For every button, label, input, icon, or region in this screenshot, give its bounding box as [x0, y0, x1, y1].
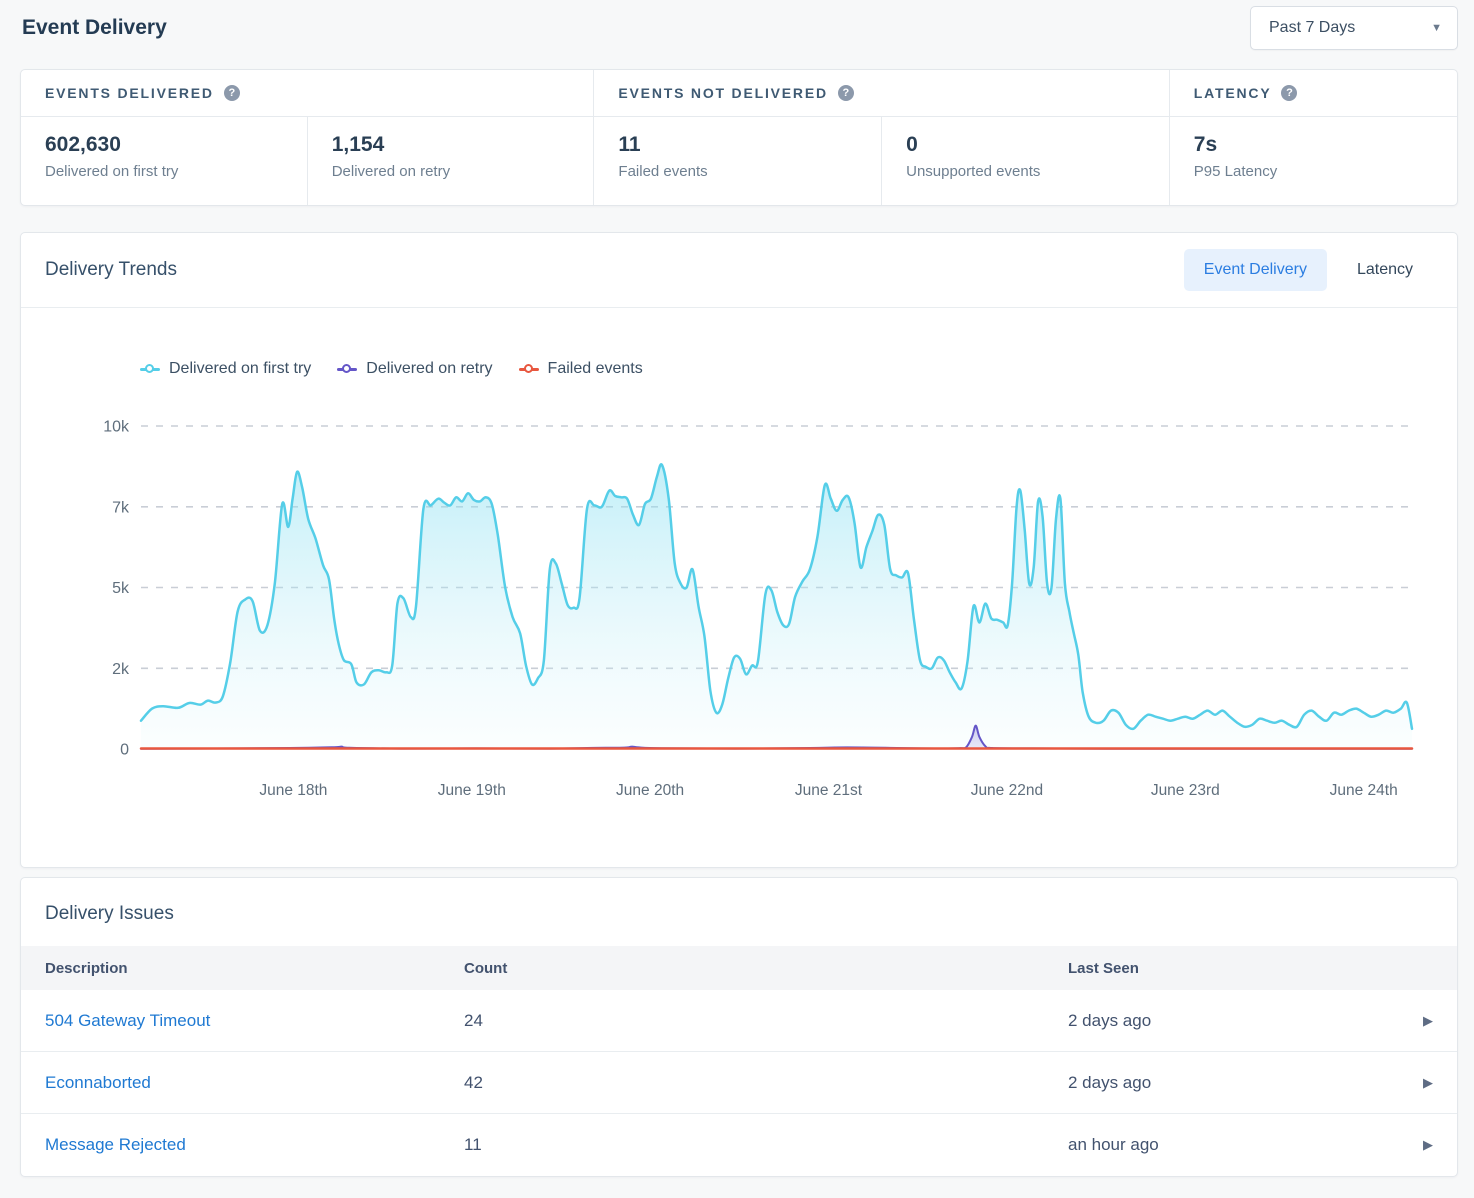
section-header: EVENTS NOT DELIVERED ?: [594, 70, 1168, 117]
tab-event-delivery[interactable]: Event Delivery: [1184, 249, 1327, 291]
metric-p95-latency: 7s P95 Latency: [1170, 117, 1457, 205]
trends-header: Delivery Trends Event Delivery Latency: [21, 233, 1457, 308]
metric-value: 602,630: [45, 133, 283, 157]
svg-text:June 24th: June 24th: [1330, 782, 1398, 799]
svg-text:2k: 2k: [112, 661, 130, 678]
caret-down-icon: ▼: [1431, 22, 1442, 34]
issue-description-link[interactable]: Message Rejected: [45, 1135, 464, 1155]
section-title: EVENTS NOT DELIVERED: [618, 85, 827, 101]
column-description: Description: [45, 960, 464, 977]
issue-row-504-gateway-timeout[interactable]: 504 Gateway Timeout 24 2 days ago ▶: [21, 990, 1457, 1052]
issues-title: Delivery Issues: [21, 878, 1457, 946]
metric-value: 0: [906, 133, 1145, 157]
issue-count: 24: [464, 1011, 1068, 1031]
help-icon[interactable]: ?: [1281, 85, 1297, 101]
metric-label: Delivered on retry: [332, 163, 570, 180]
issue-last-seen: 2 days ago: [1068, 1073, 1397, 1093]
svg-text:10k: 10k: [103, 419, 130, 436]
issues-table-header: Description Count Last Seen: [21, 946, 1457, 990]
help-icon[interactable]: ?: [838, 85, 854, 101]
time-range-dropdown[interactable]: Past 7 Days ▼: [1250, 6, 1458, 50]
metric-value: 11: [618, 133, 857, 157]
chevron-right-icon[interactable]: ▶: [1423, 1075, 1433, 1091]
svg-text:5k: 5k: [112, 580, 130, 597]
topbar: Event Delivery Past 7 Days ▼: [20, 0, 1458, 69]
page-title: Event Delivery: [22, 16, 167, 40]
column-last-seen: Last Seen: [1068, 960, 1397, 977]
help-icon[interactable]: ?: [224, 85, 240, 101]
metric-delivered-retry: 1,154 Delivered on retry: [307, 117, 594, 205]
svg-text:June 19th: June 19th: [438, 782, 506, 799]
section-metrics: 7s P95 Latency: [1170, 117, 1457, 205]
section-metrics: 602,630 Delivered on first try 1,154 Del…: [21, 117, 593, 205]
svg-text:June 20th: June 20th: [616, 782, 684, 799]
events-delivered-section: EVENTS DELIVERED ? 602,630 Delivered on …: [21, 70, 593, 205]
section-metrics: 11 Failed events 0 Unsupported events: [594, 117, 1168, 205]
issue-row-message-rejected[interactable]: Message Rejected 11 an hour ago ▶: [21, 1114, 1457, 1176]
issue-description-link[interactable]: 504 Gateway Timeout: [45, 1011, 464, 1031]
svg-text:June 21st: June 21st: [795, 782, 863, 799]
issue-description-link[interactable]: Econnaborted: [45, 1073, 464, 1093]
issue-count: 42: [464, 1073, 1068, 1093]
delivery-issues-card: Delivery Issues Description Count Last S…: [20, 877, 1458, 1177]
issue-last-seen: 2 days ago: [1068, 1011, 1397, 1031]
svg-text:June 23rd: June 23rd: [1151, 782, 1220, 799]
issue-last-seen: an hour ago: [1068, 1135, 1397, 1155]
metric-label: P95 Latency: [1194, 163, 1433, 180]
trends-tabs: Event Delivery Latency: [1184, 249, 1433, 291]
trend-chart-svg: 0 2k 5k 7k 10k June 18th June 19th June 20th Jun…: [21, 308, 1457, 867]
svg-text:7k: 7k: [112, 499, 130, 516]
metric-label: Failed events: [618, 163, 857, 180]
issue-count: 11: [464, 1135, 1068, 1155]
delivery-trends-card: Delivery Trends Event Delivery Latency D…: [20, 232, 1458, 868]
time-range-value: Past 7 Days: [1269, 19, 1355, 37]
svg-text:June 22nd: June 22nd: [971, 782, 1043, 799]
chevron-right-icon[interactable]: ▶: [1423, 1137, 1433, 1153]
section-title: LATENCY: [1194, 85, 1272, 101]
metric-value: 1,154: [332, 133, 570, 157]
section-title: EVENTS DELIVERED: [45, 85, 214, 101]
metric-failed-events: 11 Failed events: [594, 117, 881, 205]
events-not-delivered-section: EVENTS NOT DELIVERED ? 11 Failed events …: [593, 70, 1168, 205]
chevron-right-icon[interactable]: ▶: [1423, 1013, 1433, 1029]
section-header: LATENCY ?: [1170, 70, 1457, 117]
metric-label: Unsupported events: [906, 163, 1145, 180]
issue-row-econnaborted[interactable]: Econnaborted 42 2 days ago ▶: [21, 1052, 1457, 1114]
svg-text:0: 0: [120, 742, 129, 759]
metric-delivered-first-try: 602,630 Delivered on first try: [21, 117, 307, 205]
metric-label: Delivered on first try: [45, 163, 283, 180]
summary-metrics-card: EVENTS DELIVERED ? 602,630 Delivered on …: [20, 69, 1458, 206]
column-count: Count: [464, 960, 1068, 977]
metric-unsupported-events: 0 Unsupported events: [881, 117, 1169, 205]
trends-title: Delivery Trends: [45, 259, 177, 281]
latency-section: LATENCY ? 7s P95 Latency: [1169, 70, 1457, 205]
metric-value: 7s: [1194, 133, 1433, 157]
delivery-trends-chart: Delivered on first try Delivered on retr…: [21, 308, 1457, 867]
tab-latency[interactable]: Latency: [1337, 249, 1433, 291]
section-header: EVENTS DELIVERED ?: [21, 70, 593, 117]
event-delivery-page: Event Delivery Past 7 Days ▼ EVENTS DELI…: [0, 0, 1474, 1177]
svg-text:June 18th: June 18th: [259, 782, 327, 799]
